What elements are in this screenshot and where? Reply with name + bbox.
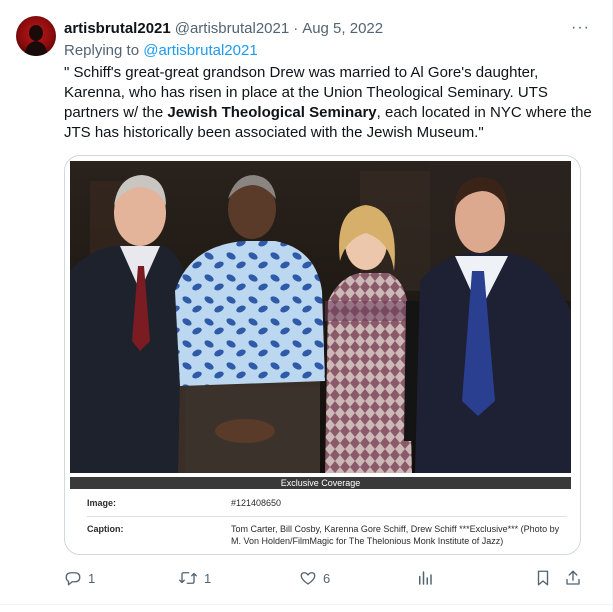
image-id-value: #121408650 bbox=[231, 498, 282, 508]
reply-count: 1 bbox=[88, 570, 96, 586]
tweet[interactable]: artisbrutal2021 @artisbrutal2021 · Aug 5… bbox=[0, 0, 613, 612]
retweet-count: 1 bbox=[204, 570, 212, 586]
user-handle[interactable]: @artisbrutal2021 bbox=[175, 19, 289, 39]
media-photo[interactable] bbox=[70, 161, 571, 473]
retweet-icon bbox=[179, 572, 197, 584]
photo-illustration bbox=[70, 161, 571, 473]
reply-button[interactable]: 1 bbox=[64, 566, 95, 590]
analytics-button[interactable] bbox=[416, 566, 434, 590]
tweet-actions: 1 1 6 bbox=[64, 566, 589, 590]
tweet-date[interactable]: Aug 5, 2022 bbox=[302, 19, 383, 39]
analytics-icon bbox=[419, 571, 432, 585]
meta-divider bbox=[87, 516, 567, 517]
separator-dot: · bbox=[293, 20, 299, 37]
replying-mention-link[interactable]: @artisbrutal2021 bbox=[143, 42, 257, 59]
coverage-banner: Exclusive Coverage bbox=[70, 477, 571, 489]
avatar-figure bbox=[24, 25, 48, 56]
tweet-text-bold: Jewish Theological Seminary bbox=[167, 104, 377, 121]
replying-to: Replying to @artisbrutal2021 bbox=[64, 41, 258, 61]
like-count: 6 bbox=[323, 570, 331, 586]
tweet-text: " Schiff's great-great grandson Drew was… bbox=[64, 63, 592, 143]
like-button[interactable]: 6 bbox=[299, 566, 330, 590]
media-card[interactable]: Exclusive Coverage Image: #121408650 Cap… bbox=[64, 155, 581, 555]
replying-prefix: Replying to bbox=[64, 42, 140, 59]
retweet-button[interactable]: 1 bbox=[178, 566, 211, 590]
reply-icon bbox=[65, 572, 81, 586]
more-icon[interactable]: ··· bbox=[571, 20, 590, 36]
bookmark-button[interactable] bbox=[534, 566, 552, 590]
bookmark-icon bbox=[537, 570, 549, 586]
avatar[interactable] bbox=[16, 16, 56, 56]
tweet-divider bbox=[0, 604, 613, 605]
tweet-header: artisbrutal2021 @artisbrutal2021 · Aug 5… bbox=[64, 19, 383, 39]
like-icon bbox=[300, 572, 316, 585]
share-button[interactable] bbox=[564, 566, 582, 590]
share-icon bbox=[566, 570, 580, 585]
image-label: Image: bbox=[87, 498, 117, 508]
display-name[interactable]: artisbrutal2021 bbox=[64, 19, 171, 39]
caption-value: Tom Carter, Bill Cosby, Karenna Gore Sch… bbox=[231, 524, 560, 546]
caption-label: Caption: bbox=[87, 524, 124, 534]
